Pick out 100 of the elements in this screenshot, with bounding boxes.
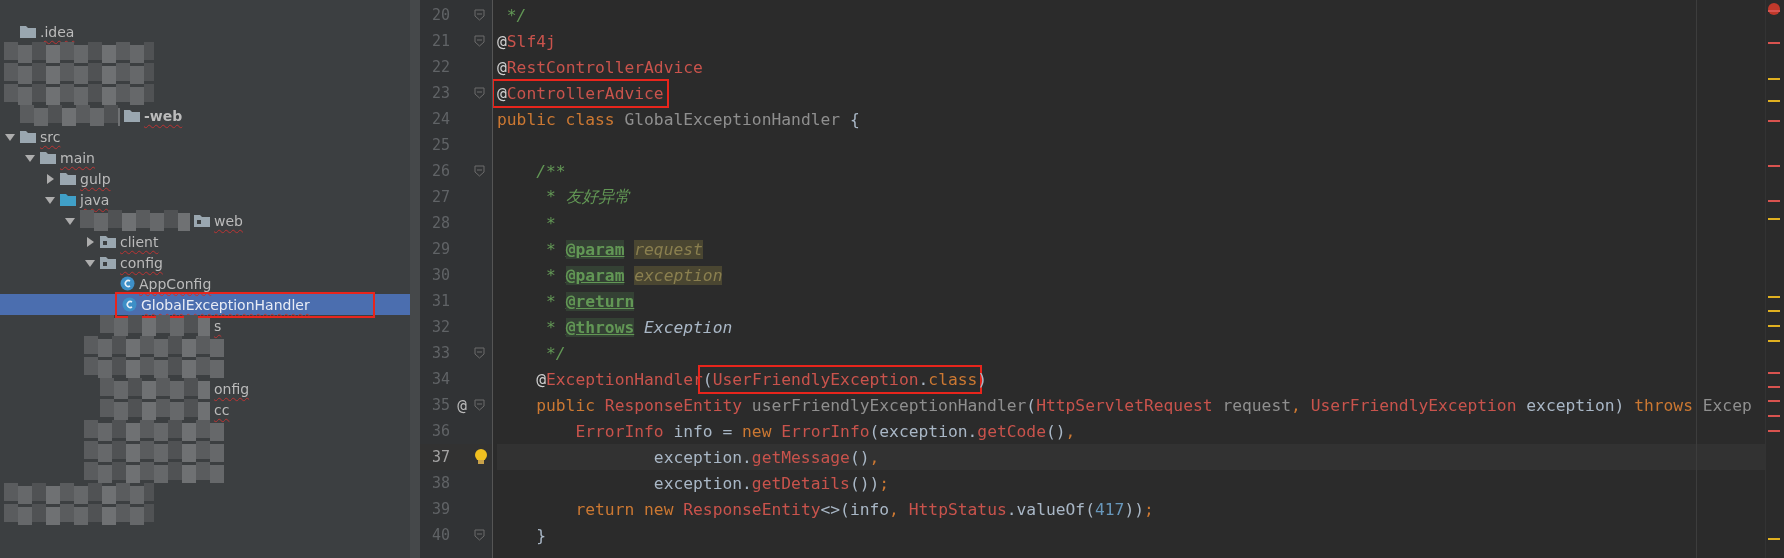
code-token: <>(info (820, 499, 890, 519)
code-token: ()) (849, 473, 880, 493)
code-token: { (848, 109, 860, 129)
folder-icon (60, 172, 76, 185)
code-token: public (535, 395, 597, 415)
code-token: */ (505, 5, 527, 25)
code-token: () (1045, 421, 1066, 441)
tree-item-label[interactable]: gulp (80, 170, 111, 187)
code-token: getDetails (751, 473, 850, 493)
code-token: UserFriendlyException (712, 369, 919, 389)
code-token: ( (1026, 395, 1037, 415)
code-token: .valueOf( (1006, 499, 1095, 519)
code-token: , (1065, 421, 1076, 441)
code-token: * (545, 213, 556, 233)
code-token: */ (545, 343, 566, 363)
folder-icon (40, 151, 56, 164)
code-token: @throws (565, 317, 635, 337)
code-token: throws (1634, 395, 1694, 415)
expanded-arrow-icon[interactable] (85, 257, 95, 268)
code-token: @param (565, 265, 625, 285)
code-token: ; (1144, 499, 1154, 519)
folder-icon (60, 193, 76, 206)
code-token: )) (1124, 499, 1144, 519)
expanded-arrow-icon[interactable] (45, 194, 55, 205)
code-token: 417 (1095, 499, 1125, 519)
code-token: getCode (977, 421, 1046, 441)
code-token: new (742, 421, 773, 441)
code-token: * (545, 239, 557, 259)
code-token: Exception (643, 317, 733, 337)
code-token: ResponseEntity (683, 499, 821, 519)
code-token: exception (634, 265, 723, 285)
code-token: . (918, 369, 929, 389)
code-token: HttpStatus (908, 499, 1007, 519)
tree-item-label[interactable]: .idea (40, 23, 75, 40)
code-token: @ (535, 369, 546, 389)
code-token: UserFriendlyException (1310, 395, 1517, 415)
code-token: ( (702, 369, 713, 389)
code-token: * (545, 291, 557, 311)
code-token: exception. (652, 473, 752, 493)
expanded-arrow-icon[interactable] (25, 152, 35, 163)
tree-item-label[interactable]: AppConfig (139, 275, 212, 292)
collapsed-arrow-icon[interactable] (85, 236, 95, 247)
code-token: exception) (1525, 395, 1626, 415)
code-token: @ (497, 83, 507, 103)
code-token: exception. (652, 447, 752, 467)
folder-icon (20, 25, 36, 38)
code-token: , (889, 499, 900, 519)
package-folder-icon (194, 214, 210, 227)
override-marker[interactable]: @ (457, 395, 467, 415)
expanded-arrow-icon[interactable] (5, 131, 15, 142)
code-token: } (535, 525, 546, 545)
collapsed-arrow-icon[interactable] (45, 173, 55, 184)
expanded-arrow-icon[interactable] (65, 215, 75, 226)
code-token: , (869, 447, 880, 467)
package-folder-icon (100, 256, 116, 269)
code-token: request (1221, 395, 1291, 415)
code-token: Excep (1702, 395, 1752, 415)
code-token: getMessage (751, 447, 850, 467)
tree-item-label[interactable]: src (40, 128, 61, 145)
code-token: @ (497, 31, 507, 51)
code-token: ErrorInfo (781, 421, 870, 441)
code-token: (exception. (869, 421, 978, 441)
folder-icon (20, 130, 36, 143)
code-token: , (1291, 395, 1302, 415)
tree-item-label[interactable]: java (80, 191, 110, 208)
tree-item-label[interactable]: web (214, 212, 243, 229)
code-token: request (634, 239, 703, 259)
code-token: @param (565, 239, 625, 259)
class-icon (120, 276, 135, 291)
code-token: info = (672, 421, 734, 441)
line-number: 37 (430, 448, 450, 466)
code-token: return new (574, 499, 675, 519)
code-token: HttpServletRequest (1036, 395, 1213, 415)
tree-item-label[interactable]: config (120, 254, 163, 271)
code-token: GlobalExceptionHandler (624, 109, 841, 129)
class-icon (122, 297, 137, 312)
code-token: * 友好异常 (545, 186, 630, 208)
code-token: () (849, 447, 870, 467)
code-token: Slf4j (506, 31, 556, 51)
code-token: /** (535, 161, 566, 181)
folder-icon (124, 109, 140, 122)
code-token: ErrorInfo (574, 421, 664, 441)
tree-item-label[interactable]: client (120, 233, 159, 250)
code-token: ) (977, 369, 988, 389)
code-token: @ (497, 57, 507, 77)
code-token: ResponseEntity (604, 395, 743, 415)
code-token: ControllerAdvice (506, 83, 664, 103)
code-token: class (928, 369, 978, 389)
code-token: * (545, 265, 557, 285)
tree-item-label[interactable]: onfig (214, 380, 250, 397)
code-token: RestControllerAdvice (506, 57, 703, 77)
code-token: @return (565, 291, 635, 311)
tree-item-label[interactable]: -web (144, 107, 183, 124)
tree-item-label[interactable]: s (214, 317, 222, 334)
code-token: * (545, 317, 557, 337)
code-token: public class (497, 109, 616, 129)
tree-item-label[interactable]: cc (214, 401, 230, 418)
package-folder-icon (100, 235, 116, 248)
tree-item-label[interactable]: main (60, 149, 95, 166)
lightbulb-icon[interactable] (474, 448, 488, 466)
